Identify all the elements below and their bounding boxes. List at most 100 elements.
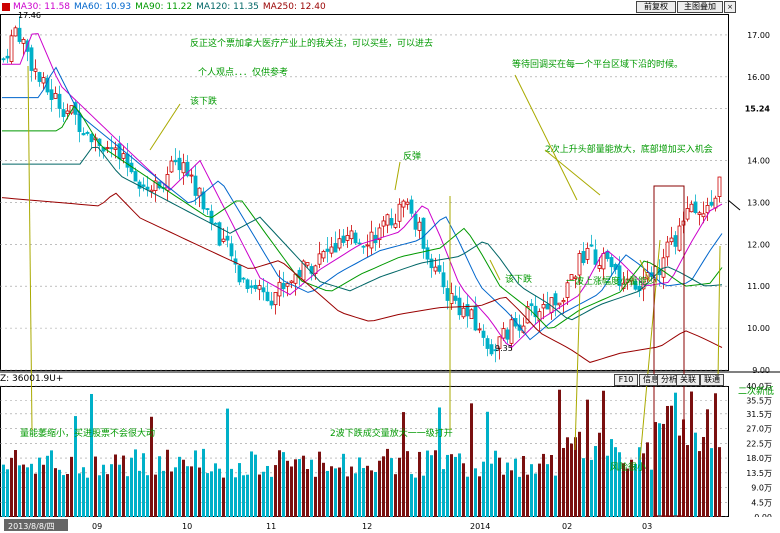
volume-bar: [310, 459, 313, 517]
candle-body: [237, 265, 242, 283]
candle-body: [81, 133, 86, 136]
candle-body: [677, 225, 682, 251]
candle-body: [65, 110, 70, 114]
x-tick-label: 03: [642, 522, 652, 531]
volume-bar: [146, 475, 149, 517]
candle-body: [317, 253, 322, 265]
volume-bar: [562, 447, 565, 517]
candle-body: [673, 235, 678, 247]
candle-body: [453, 295, 458, 301]
candle-body: [589, 244, 594, 247]
annotation-arrow: [574, 285, 581, 451]
volume-bar: [138, 470, 141, 517]
annotation-arrow: [544, 149, 601, 196]
volume-bar: [242, 475, 245, 517]
volume-bar: [518, 476, 521, 517]
candle-body: [669, 237, 674, 243]
candle-body: [401, 200, 406, 208]
candle-body: [489, 344, 494, 355]
volume-bar: [454, 456, 457, 517]
price-indicator-line: [727, 199, 741, 211]
volume-bar: [402, 412, 405, 517]
volume-bar: [78, 473, 81, 517]
volume-bar: [618, 452, 621, 517]
volume-bar: [354, 473, 357, 517]
volume-tick-label: 31.5万: [746, 410, 772, 419]
volume-bar: [470, 403, 473, 517]
volume-bar: [410, 474, 413, 517]
x-tick-label: 12: [362, 522, 372, 531]
volume-bar: [166, 449, 169, 517]
volume-bar: [382, 456, 385, 517]
volume-bar: [442, 469, 445, 517]
annotation-text: 一波上涨幅度小量能少: [566, 275, 656, 287]
candle-body: [469, 309, 474, 320]
price-tick-label: 9.00: [752, 366, 770, 375]
candle-body: [1, 58, 6, 61]
candle-body: [405, 201, 410, 205]
candle-body: [473, 305, 478, 331]
volume-bar: [178, 456, 181, 517]
volume-bar: [102, 464, 105, 517]
candle-body: [577, 253, 582, 276]
annotation-text: 二次新低: [738, 385, 774, 397]
candle-body: [329, 246, 334, 254]
volume-bar: [710, 448, 713, 517]
volume-tick-label: 35.5万: [746, 397, 772, 406]
candle-body: [17, 27, 22, 42]
volume-bar: [658, 423, 661, 517]
candle-body: [585, 247, 590, 260]
candle-body: [541, 304, 546, 309]
volume-bar: [406, 451, 409, 517]
candle-body: [393, 223, 398, 228]
volume-bar: [714, 393, 717, 517]
volume-bar: [154, 474, 157, 517]
candle-body: [109, 147, 114, 150]
volume-bar: [142, 453, 145, 517]
candle-body: [37, 72, 42, 82]
volume-bar: [214, 463, 217, 517]
volume-bar: [434, 450, 437, 517]
volume-bar: [430, 455, 433, 517]
candle-body: [429, 258, 434, 269]
candle-body: [13, 27, 18, 37]
volume-bar: [174, 467, 177, 517]
volume-bar: [566, 437, 569, 517]
candle-body: [85, 131, 90, 134]
volume-bar: [290, 466, 293, 517]
volume-tool-button[interactable]: F10: [614, 374, 638, 386]
volume-bar: [614, 447, 617, 517]
x-axis-band: [0, 517, 780, 533]
volume-bar: [18, 465, 21, 517]
price-tick-label: 10.00: [747, 324, 770, 333]
annotation-arrow: [514, 74, 578, 201]
volume-bar: [338, 467, 341, 517]
price-tick-label: 16.00: [747, 73, 770, 82]
annotation-text: 2波下跌成交量放大一一级打开: [330, 427, 453, 439]
candle-body: [509, 319, 514, 344]
volume-bar: [374, 471, 377, 517]
candle-body: [5, 55, 10, 59]
volume-bar: [510, 470, 513, 517]
volume-bar: [502, 474, 505, 517]
volume-bar: [414, 477, 417, 517]
volume-bar: [446, 454, 449, 517]
volume-tool-button[interactable]: 联通: [700, 374, 724, 386]
volume-bar: [514, 458, 517, 517]
x-tick-label: 2014: [470, 522, 490, 531]
candle-body: [9, 35, 14, 62]
volume-bar: [386, 448, 389, 517]
volume-bar: [14, 450, 17, 517]
candle-body: [425, 247, 430, 260]
volume-bar: [478, 476, 481, 517]
volume-bar: [46, 455, 49, 517]
volume-bar: [330, 466, 333, 517]
volume-bar: [706, 409, 709, 517]
volume-bar: [6, 469, 9, 517]
volume-bar: [42, 464, 45, 517]
volume-bar: [22, 464, 25, 517]
volume-tool-button[interactable]: 关联: [676, 374, 700, 386]
candle-body: [197, 187, 202, 197]
candle-body: [337, 238, 342, 249]
candle-body: [345, 235, 350, 241]
